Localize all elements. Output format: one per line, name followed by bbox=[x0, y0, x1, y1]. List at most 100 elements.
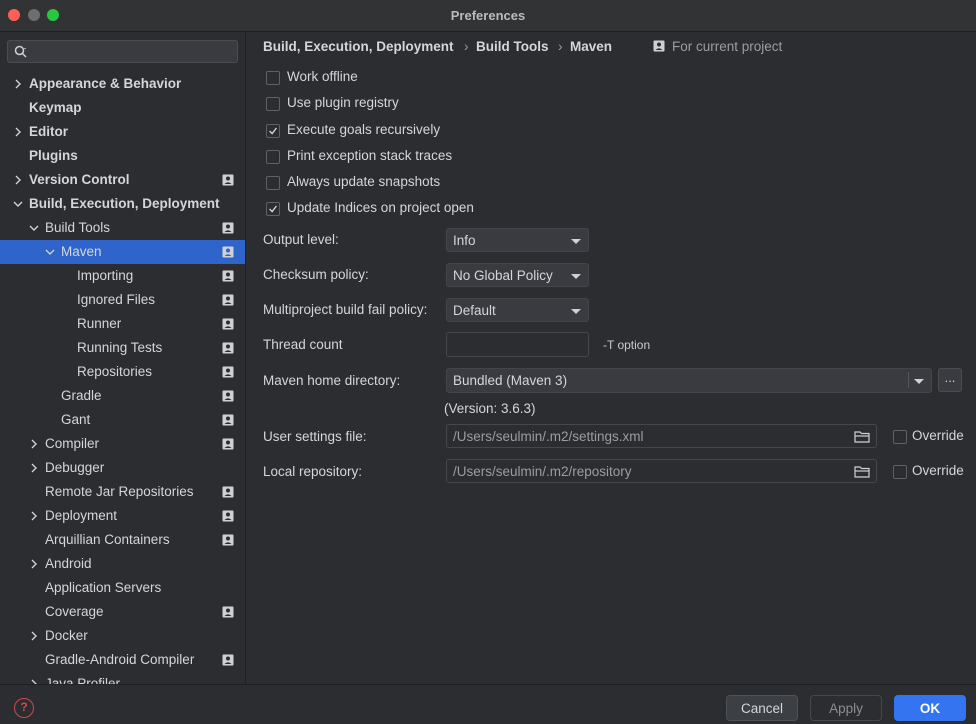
maven-version-text: (Version: 3.6.3) bbox=[444, 401, 536, 416]
sidebar-item-deployment[interactable]: Deployment bbox=[0, 504, 245, 528]
project-scope-icon bbox=[222, 654, 234, 666]
project-scope-icon bbox=[222, 294, 234, 306]
sidebar-item-build-execution-deployment[interactable]: Build, Execution, Deployment bbox=[0, 192, 245, 216]
window-title: Preferences bbox=[450, 8, 526, 23]
breadcrumb-item[interactable]: Maven bbox=[570, 39, 612, 54]
output-level-select[interactable]: Info bbox=[446, 228, 589, 252]
maven-settings-panel: Build, Execution, Deployment › Build Tools… bbox=[247, 32, 976, 684]
sidebar-item-remote-jar-repositories[interactable]: Remote Jar Repositories bbox=[0, 480, 245, 504]
sidebar-item-android[interactable]: Android bbox=[0, 552, 245, 576]
option-label: Update Indices on project open bbox=[287, 200, 474, 215]
chevron-down-icon bbox=[914, 379, 924, 384]
sidebar-item-gradle[interactable]: Gradle bbox=[0, 384, 245, 408]
checksum-policy-select[interactable]: No Global Policy bbox=[446, 263, 589, 287]
project-scope-icon bbox=[653, 40, 665, 52]
sidebar-item-arquillian-containers[interactable]: Arquillian Containers bbox=[0, 528, 245, 552]
sidebar-item-label: Appearance & Behavior bbox=[29, 76, 182, 91]
option-label: Work offline bbox=[287, 69, 358, 84]
user-settings-label: User settings file: bbox=[263, 429, 367, 444]
chevron-down-icon[interactable] bbox=[44, 246, 56, 258]
user-settings-input[interactable]: /Users/seulmin/.m2/settings.xml bbox=[446, 424, 877, 448]
chevron-down-icon[interactable] bbox=[28, 222, 40, 234]
sidebar-item-version-control[interactable]: Version Control bbox=[0, 168, 245, 192]
chevron-right-icon[interactable] bbox=[12, 78, 24, 90]
checkbox[interactable] bbox=[266, 176, 280, 190]
folder-icon[interactable] bbox=[854, 465, 870, 478]
sidebar-item-plugins[interactable]: Plugins bbox=[0, 144, 245, 168]
chevron-right-icon[interactable] bbox=[28, 630, 40, 642]
sidebar-item-label: Gradle bbox=[61, 388, 102, 403]
sidebar-item-build-tools[interactable]: Build Tools bbox=[0, 216, 245, 240]
local-repo-input[interactable]: /Users/seulmin/.m2/repository bbox=[446, 459, 877, 483]
apply-button[interactable]: Apply bbox=[810, 695, 882, 721]
maven-home-select[interactable]: Bundled (Maven 3) bbox=[446, 368, 932, 393]
chevron-right-icon[interactable] bbox=[28, 510, 40, 522]
user-settings-override-checkbox[interactable] bbox=[893, 430, 907, 444]
sidebar-item-appearance-behavior[interactable]: Appearance & Behavior bbox=[0, 72, 245, 96]
cancel-button[interactable]: Cancel bbox=[726, 695, 798, 721]
sidebar-item-ignored-files[interactable]: Ignored Files bbox=[0, 288, 245, 312]
sidebar-item-coverage[interactable]: Coverage bbox=[0, 600, 245, 624]
chevron-down-icon[interactable] bbox=[12, 198, 24, 210]
checkbox[interactable] bbox=[266, 124, 280, 138]
sidebar-item-label: Remote Jar Repositories bbox=[45, 484, 194, 499]
option-label: Always update snapshots bbox=[287, 174, 441, 189]
local-repo-override-checkbox[interactable] bbox=[893, 465, 907, 479]
browse-maven-home-button[interactable]: ... bbox=[938, 368, 962, 392]
chevron-right-icon[interactable] bbox=[12, 126, 24, 138]
maven-home-value: Bundled (Maven 3) bbox=[453, 373, 568, 388]
chevron-right-icon[interactable] bbox=[12, 174, 24, 186]
project-scope-icon bbox=[222, 366, 234, 378]
sidebar-item-editor[interactable]: Editor bbox=[0, 120, 245, 144]
checkbox[interactable] bbox=[266, 97, 280, 111]
sidebar-item-label: Java Profiler bbox=[45, 676, 121, 684]
thread-count-input[interactable] bbox=[446, 332, 589, 357]
settings-search-input[interactable] bbox=[7, 40, 238, 63]
project-scope-icon bbox=[222, 342, 234, 354]
chevron-right-icon[interactable] bbox=[28, 438, 40, 450]
sidebar-item-docker[interactable]: Docker bbox=[0, 624, 245, 648]
project-scope-icon bbox=[222, 438, 234, 450]
fail-policy-select[interactable]: Default bbox=[446, 298, 589, 322]
chevron-down-icon bbox=[571, 309, 581, 314]
checksum-policy-value: No Global Policy bbox=[453, 268, 553, 283]
sidebar-item-label: Compiler bbox=[45, 436, 100, 451]
sidebar-item-compiler[interactable]: Compiler bbox=[0, 432, 245, 456]
checkbox[interactable] bbox=[266, 71, 280, 85]
sidebar-item-keymap[interactable]: Keymap bbox=[0, 96, 245, 120]
chevron-down-icon bbox=[571, 274, 581, 279]
sidebar-item-application-servers[interactable]: Application Servers bbox=[0, 576, 245, 600]
checkmark-icon bbox=[269, 205, 277, 213]
sidebar-item-label: Running Tests bbox=[77, 340, 163, 355]
sidebar-item-maven[interactable]: Maven bbox=[0, 240, 245, 264]
sidebar-item-runner[interactable]: Runner bbox=[0, 312, 245, 336]
project-scope-icon bbox=[222, 606, 234, 618]
sidebar-item-label: Build Tools bbox=[45, 220, 111, 235]
sidebar-item-debugger[interactable]: Debugger bbox=[0, 456, 245, 480]
breadcrumb-item[interactable]: Build, Execution, Deployment bbox=[263, 39, 454, 54]
breadcrumb-item[interactable]: Build Tools bbox=[476, 39, 549, 54]
output-level-label: Output level: bbox=[263, 232, 339, 247]
checksum-policy-label: Checksum policy: bbox=[263, 267, 369, 282]
project-scope-icon bbox=[222, 486, 234, 498]
sidebar-item-importing[interactable]: Importing bbox=[0, 264, 245, 288]
fail-policy-label: Multiproject build fail policy: bbox=[263, 302, 428, 317]
sidebar-item-java-profiler[interactable]: Java Profiler bbox=[0, 672, 245, 684]
sidebar-item-running-tests[interactable]: Running Tests bbox=[0, 336, 245, 360]
title-bar: Preferences bbox=[0, 0, 976, 32]
project-scope-icon bbox=[222, 510, 234, 522]
help-icon[interactable]: ? bbox=[14, 698, 34, 718]
checkbox[interactable] bbox=[266, 150, 280, 164]
chevron-right-icon[interactable] bbox=[28, 462, 40, 474]
sidebar-item-gant[interactable]: Gant bbox=[0, 408, 245, 432]
sidebar-item-repositories[interactable]: Repositories bbox=[0, 360, 245, 384]
ok-button[interactable]: OK bbox=[894, 695, 966, 721]
project-scope-icon bbox=[222, 414, 234, 426]
checkbox[interactable] bbox=[266, 202, 280, 216]
output-level-value: Info bbox=[453, 233, 476, 248]
sidebar-item-label: Android bbox=[45, 556, 92, 571]
sidebar-item-label: Maven bbox=[61, 244, 102, 259]
chevron-right-icon[interactable] bbox=[28, 558, 40, 570]
folder-icon[interactable] bbox=[854, 430, 870, 443]
sidebar-item-gradle-android-compiler[interactable]: Gradle-Android Compiler bbox=[0, 648, 245, 672]
